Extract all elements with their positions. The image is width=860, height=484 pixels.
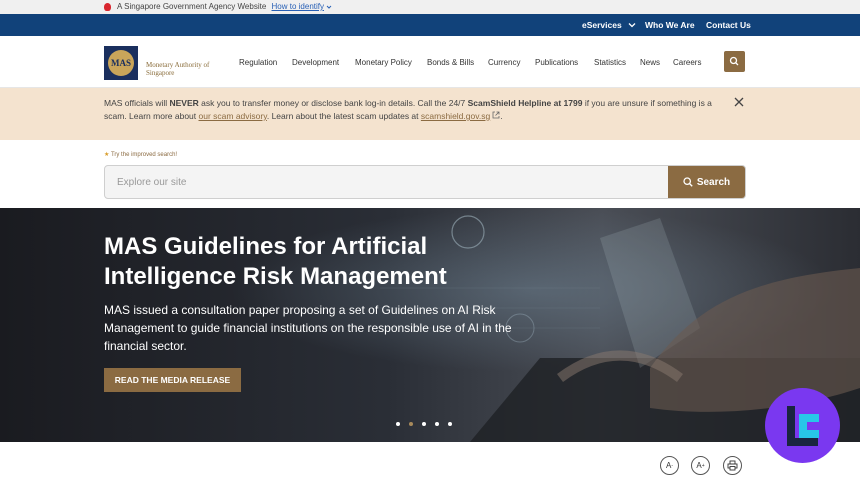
- gov-masthead-text: A Singapore Government Agency Website: [117, 2, 267, 11]
- nav-development[interactable]: Development: [292, 58, 339, 68]
- nav-bonds-bills[interactable]: Bonds & Bills: [427, 58, 474, 68]
- helpline-emphasis: ScamShield Helpline at 1799: [467, 98, 583, 108]
- scam-alert-text: MAS officials will NEVER ask you to tran…: [104, 98, 712, 121]
- nav-regulation[interactable]: Regulation: [239, 58, 277, 68]
- search-icon: [729, 56, 739, 66]
- scam-alert-banner: MAS officials will NEVER ask you to tran…: [0, 88, 860, 140]
- carousel-dot[interactable]: [448, 422, 452, 426]
- eservices-label: eServices: [582, 20, 622, 30]
- increase-font-button[interactable]: A +: [691, 456, 710, 475]
- never-emphasis: NEVER: [169, 98, 199, 108]
- nav-statistics[interactable]: Statistics: [594, 58, 626, 68]
- external-link-icon: [492, 111, 500, 119]
- read-media-release-button[interactable]: READ THE MEDIA RELEASE: [104, 368, 241, 392]
- star-icon: ★: [104, 152, 110, 158]
- carousel-pagination: [396, 422, 452, 426]
- decrease-font-button[interactable]: A-: [660, 456, 679, 475]
- search-icon: [683, 177, 693, 187]
- mas-logo-text: Monetary Authority of Singapore: [146, 61, 210, 77]
- brand-logo-icon: [787, 406, 819, 446]
- hero-title: MAS Guidelines for Artificial Intelligen…: [104, 233, 447, 290]
- chevron-down-icon: [628, 23, 636, 28]
- mas-logo[interactable]: MAS: [104, 46, 138, 80]
- search-button-label: Search: [696, 176, 731, 188]
- search-input[interactable]: [105, 166, 669, 198]
- hero-description: MAS issued a consultation paper proposin…: [104, 303, 512, 353]
- scamshield-link[interactable]: scamshield.gov.sg: [421, 111, 490, 121]
- carousel-dot[interactable]: [396, 422, 400, 426]
- nav-monetary-policy[interactable]: Monetary Policy: [355, 58, 412, 68]
- gov-masthead: A Singapore Government Agency Website Ho…: [0, 0, 860, 14]
- search-hint: ★ Try the improved search!: [104, 151, 177, 158]
- nav-news[interactable]: News: [640, 58, 660, 68]
- search-hint-text: Try the improved search!: [110, 152, 178, 158]
- print-icon: [727, 460, 738, 471]
- carousel-dot-active[interactable]: [409, 422, 413, 426]
- main-header: MAS Monetary Authority of Singapore Regu…: [0, 36, 860, 88]
- how-to-identify-link[interactable]: How to identify: [272, 2, 324, 11]
- nav-publications[interactable]: Publications: [535, 58, 578, 68]
- hero-carousel: MAS Guidelines for Artificial Intelligen…: [0, 208, 860, 442]
- contact-us-link[interactable]: Contact Us: [706, 14, 751, 36]
- brand-watermark-logo: [765, 388, 840, 463]
- eservices-menu[interactable]: eServices: [582, 14, 636, 36]
- utility-nav: eServices Who We Are Contact Us: [0, 14, 860, 36]
- header-search-button[interactable]: [724, 51, 745, 72]
- close-icon[interactable]: [734, 97, 744, 107]
- who-we-are-link[interactable]: Who We Are: [645, 14, 695, 36]
- carousel-dot[interactable]: [422, 422, 426, 426]
- chevron-down-icon: [326, 5, 332, 9]
- carousel-dot[interactable]: [435, 422, 439, 426]
- nav-careers[interactable]: Careers: [673, 58, 701, 68]
- nav-currency[interactable]: Currency: [488, 58, 520, 68]
- print-button[interactable]: [723, 456, 742, 475]
- mas-logo-emblem: MAS: [108, 50, 134, 76]
- scam-advisory-link[interactable]: our scam advisory: [199, 111, 267, 121]
- search-button[interactable]: Search: [668, 166, 745, 198]
- site-search: Search: [104, 165, 746, 199]
- lion-head-icon: [104, 3, 111, 11]
